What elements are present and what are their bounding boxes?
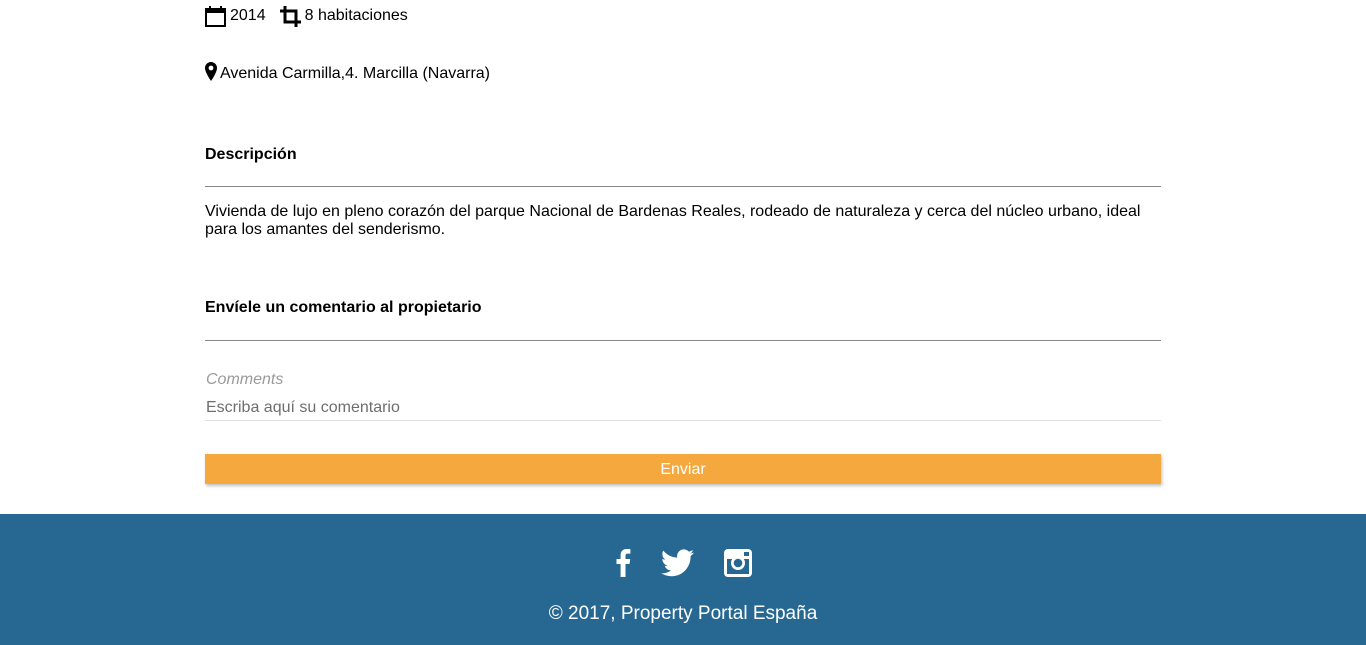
social-links — [0, 548, 1366, 582]
page: 2014 8 habitaciones Avenida Carmilla,4. … — [0, 0, 1366, 645]
send-button[interactable]: Enviar — [205, 454, 1161, 484]
year-info: 2014 — [205, 5, 266, 27]
comment-input[interactable] — [205, 395, 1161, 421]
description-divider — [205, 186, 1161, 187]
comment-divider — [205, 340, 1161, 341]
address-text: Avenida Carmilla,4. Marcilla (Navarra) — [220, 65, 491, 82]
copyright-text: © 2017, Property Portal España — [548, 603, 818, 624]
crop-icon — [279, 5, 301, 27]
comment-section-title: Envíele un comentario al propietario — [205, 299, 482, 316]
facebook-icon[interactable] — [615, 548, 631, 582]
map-marker-icon — [205, 62, 217, 86]
calendar-icon — [205, 5, 226, 27]
description-title: Descripción — [205, 146, 297, 163]
rooms-text: 8 habitaciones — [304, 7, 408, 24]
footer: © 2017, Property Portal España — [0, 514, 1366, 645]
instagram-icon[interactable] — [723, 548, 752, 582]
property-meta: 2014 8 habitaciones — [205, 4, 422, 28]
comments-label: Comments — [206, 371, 284, 388]
address-info: Avenida Carmilla,4. Marcilla (Navarra) — [205, 62, 490, 86]
description-text: Vivienda de lujo en pleno corazón del pa… — [205, 203, 1141, 238]
twitter-icon[interactable] — [660, 548, 694, 582]
rooms-info: 8 habitaciones — [279, 5, 408, 27]
year-text: 2014 — [230, 7, 266, 24]
